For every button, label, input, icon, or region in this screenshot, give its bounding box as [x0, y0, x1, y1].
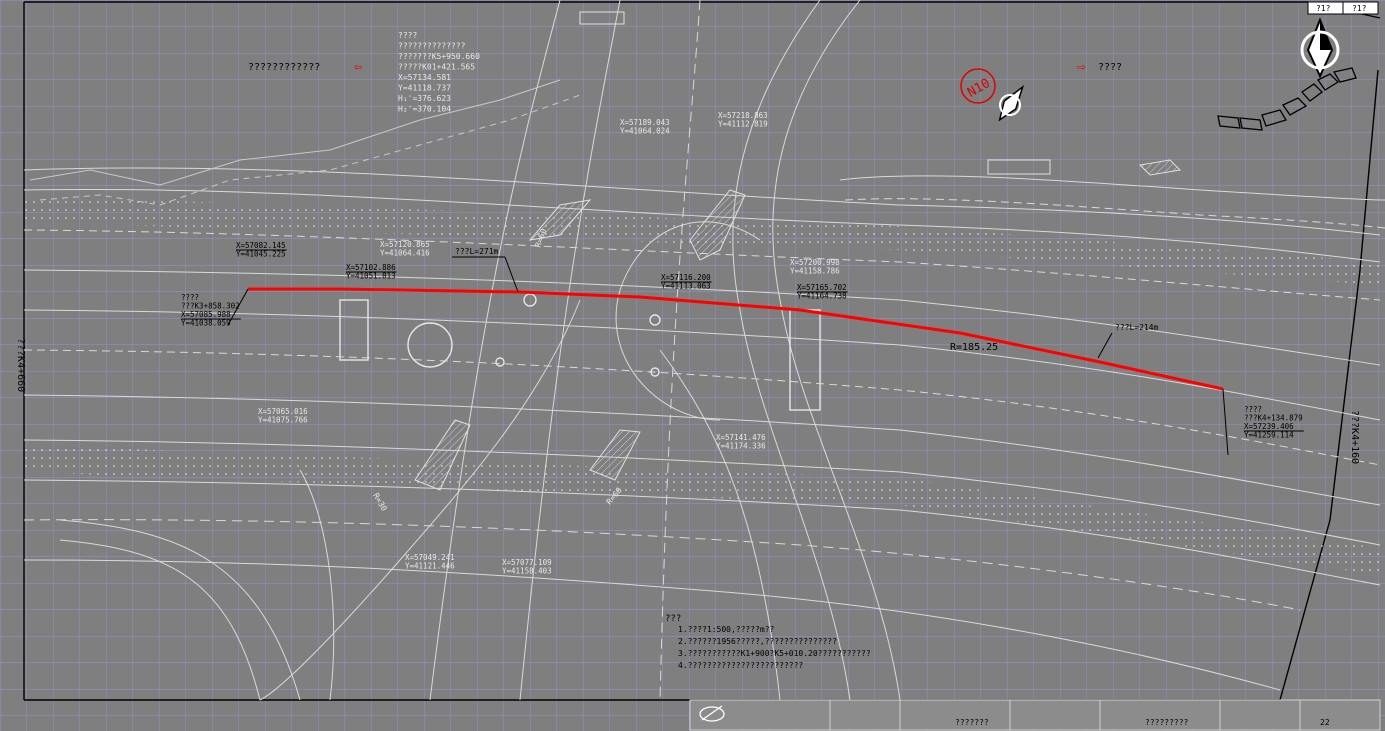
- cad-drawing-canvas[interactable]: ?1? ?1? N10 ???????????? ⇦ ⇨ ???? ??????…: [0, 0, 1385, 731]
- callout-text: Y=41064.416: [380, 249, 430, 258]
- callout-text: Y=41113.063: [661, 282, 711, 291]
- title-block-right-cell: ?1?: [1352, 4, 1367, 13]
- title-block-top: ?1? ?1?: [1307, 1, 1379, 15]
- left-edge-station-label: ???K4+660: [15, 338, 26, 392]
- coordinate-callout-p4: X=57165.702Y=41164.738: [797, 283, 848, 301]
- coordinate-callout-p13: X=57120.865Y=41064.416: [380, 240, 430, 258]
- title-block-subcaption: ?????????: [1145, 718, 1189, 727]
- ramp-length-label: ???L=271m: [455, 247, 499, 256]
- top-right-note: ????: [1098, 62, 1122, 73]
- callout-text: Y=41174.336: [716, 442, 766, 451]
- callout-text: Y=41121.446: [405, 562, 455, 571]
- coordinate-callout-p12: X=57077.109Y=41158.403: [502, 558, 552, 576]
- radius-label: R=185.25: [950, 342, 998, 353]
- callout-text: Y=41158.403: [502, 567, 552, 576]
- coordinate-callout-p11: X=57049.241Y=41121.446: [405, 553, 455, 571]
- coordinate-callout-p7: X=57189.043Y=41064.024: [620, 118, 670, 136]
- grid-overlay: [0, 0, 1385, 731]
- coordinate-callout-p14: X=57065.016Y=41075.766: [258, 407, 308, 425]
- coordinate-callout-p2: X=57102.886Y=41051.813: [346, 263, 397, 281]
- control-point-line: ????: [398, 31, 417, 40]
- control-point-line: ?????K01+421.565: [398, 63, 475, 72]
- control-point-line: H₁'=376.623: [398, 94, 451, 103]
- callout-text: Y=41075.766: [258, 416, 308, 425]
- callout-text: Y=41064.024: [620, 127, 670, 136]
- title-block-caption: ???????: [955, 718, 989, 727]
- callout-text: Y=41051.813: [346, 272, 396, 281]
- ramp-length-label-right: ???L=214m: [1115, 323, 1159, 332]
- callout-text: Y=41038.059: [181, 319, 231, 328]
- title-block-bottom: ??????? ????????? 22: [689, 699, 1381, 731]
- arrow-right-icon: ⇨: [1077, 59, 1086, 75]
- coordinate-callout-p1: X=57082.145Y=41045.225: [236, 241, 287, 259]
- cad-drawing-viewport[interactable]: ?1? ?1? N10 ???????????? ⇦ ⇨ ???? ??????…: [0, 0, 1385, 731]
- arrow-left-icon: ⇦: [354, 59, 362, 75]
- coordinate-callout-p8: X=57218.863Y=41112.819: [718, 111, 768, 129]
- top-left-note: ????????????: [248, 62, 320, 73]
- control-point-line: H₂'=370.104: [398, 105, 451, 114]
- note-item: 4.????????????????????????: [678, 661, 803, 670]
- control-point-line: ???????K5+950.660: [398, 52, 480, 61]
- right-edge-station-label: ???K4+160: [1349, 410, 1360, 464]
- notes-title: ???: [665, 614, 681, 624]
- title-block-left-cell: ?1?: [1316, 4, 1331, 13]
- note-item: 3.???????????K1+900?K5+010.20???????????: [678, 649, 871, 658]
- control-point-line: X=57134.581: [398, 73, 451, 82]
- coordinate-callout-p3: X=57116.200Y=41113.063: [661, 273, 712, 291]
- note-item: 2.??????1956?????,???????????????: [678, 637, 837, 646]
- control-point-line: Y=41118.737: [398, 84, 451, 93]
- callout-text: Y=41164.738: [797, 292, 847, 301]
- coordinate-callout-p9: X=57200.998Y=41158.786: [790, 258, 840, 276]
- callout-text: Y=41259.114: [1244, 431, 1294, 440]
- coordinate-callout-p10: X=57141.476Y=41174.336: [716, 433, 766, 451]
- page-number: 22: [1320, 718, 1330, 727]
- note-item: 1.????1:500,?????m??: [678, 625, 775, 634]
- callout-text: Y=41045.225: [236, 250, 286, 259]
- callout-text: Y=41158.786: [790, 267, 840, 276]
- callout-text: Y=41112.819: [718, 120, 768, 129]
- control-point-line: ??????????????: [398, 42, 466, 51]
